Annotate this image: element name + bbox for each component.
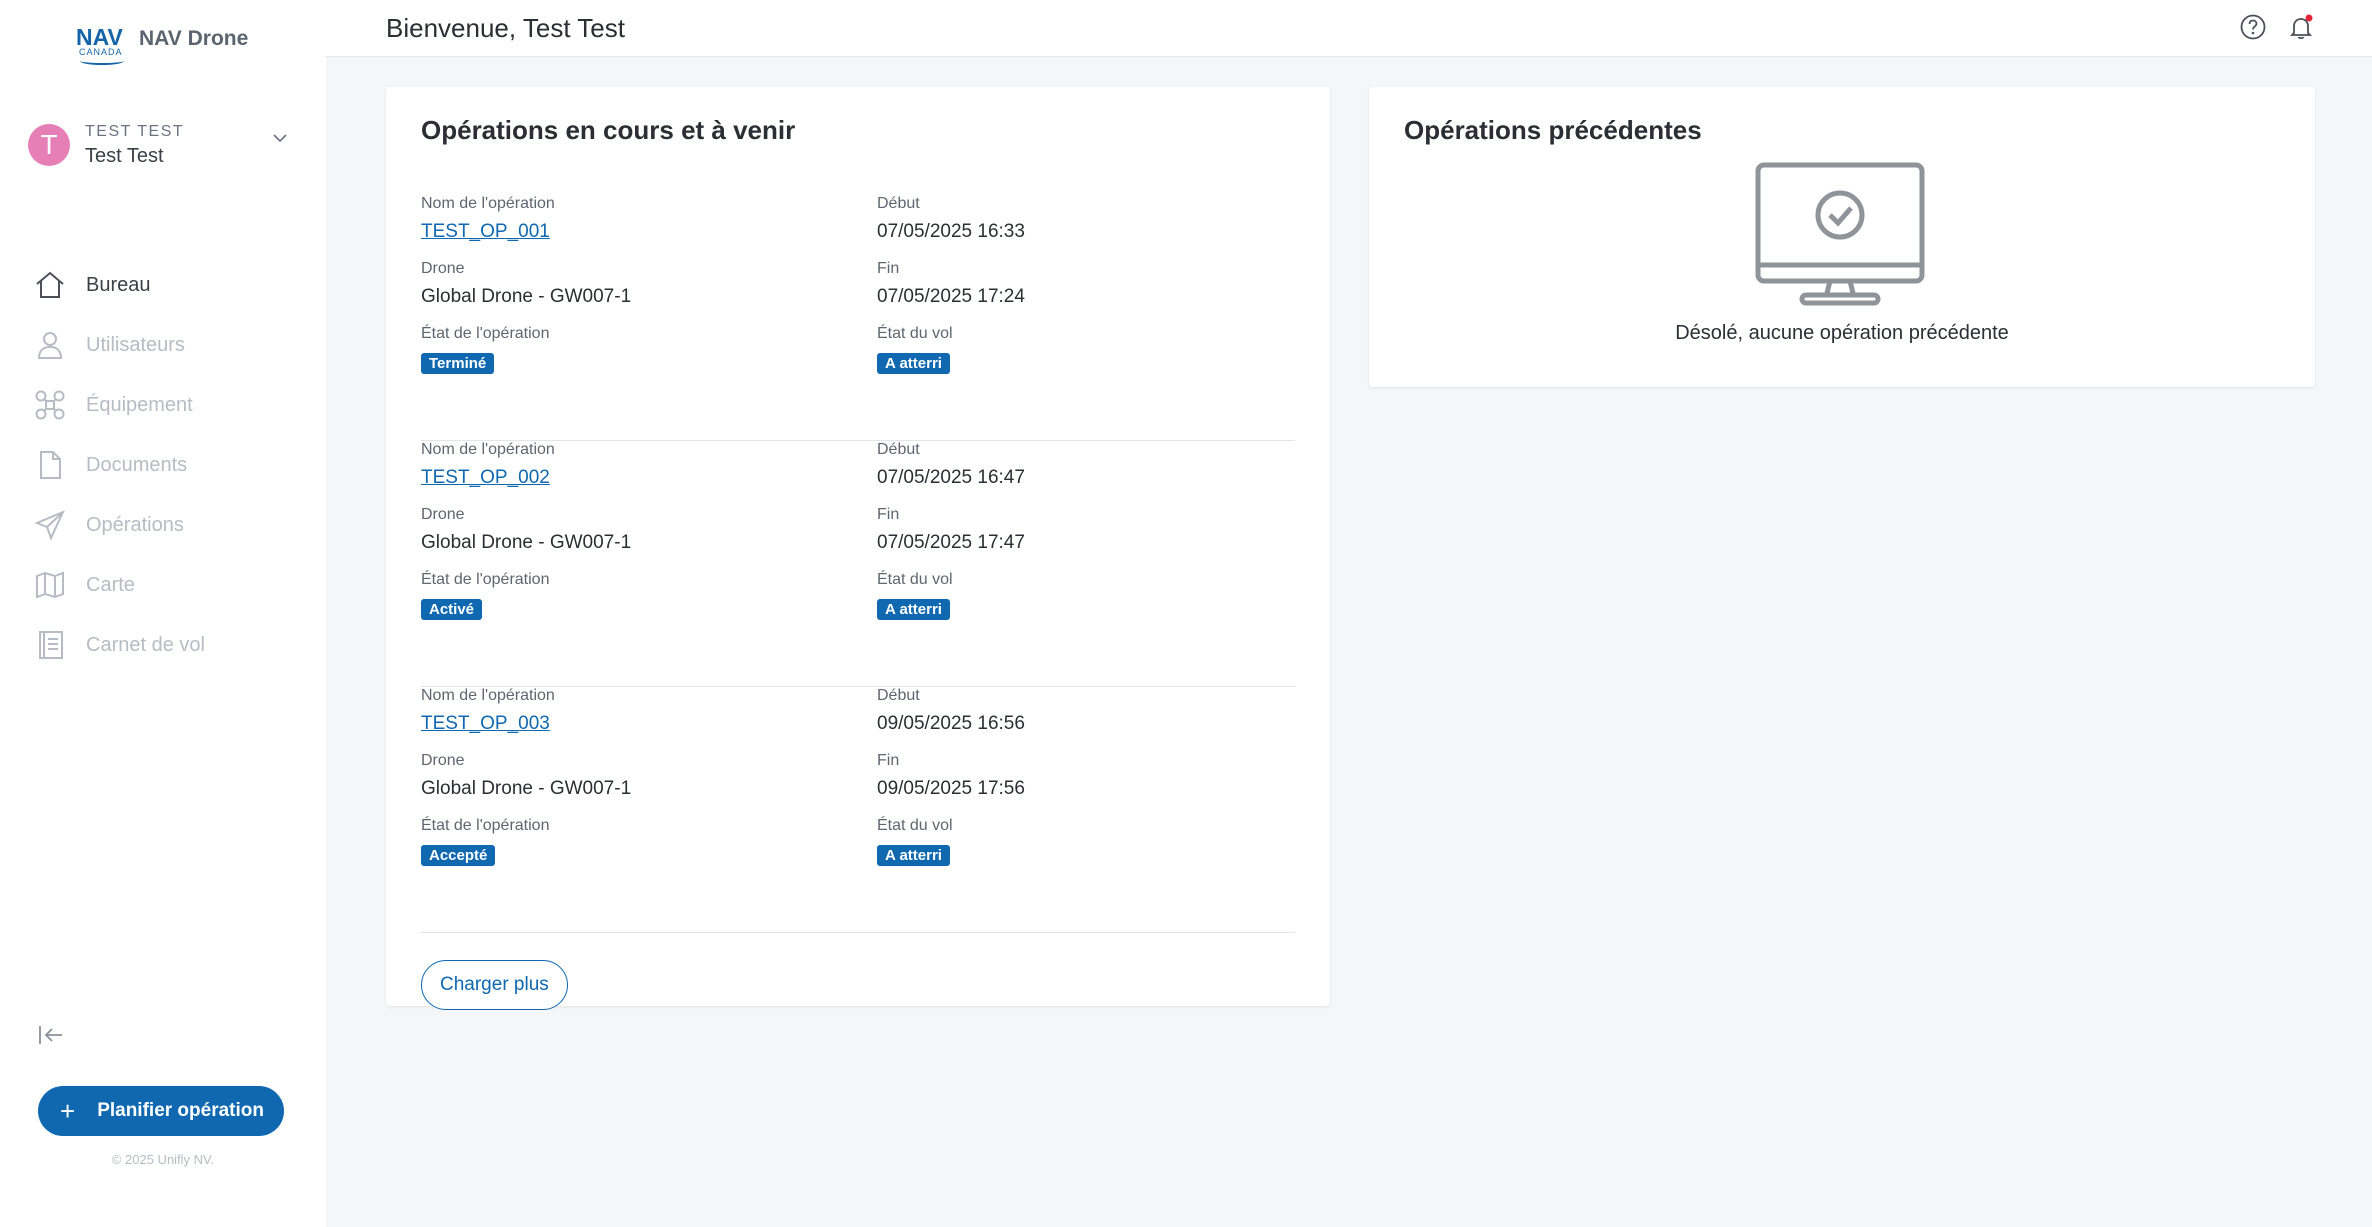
flight-state-badge: A atterri (877, 599, 950, 620)
end-label: Fin (877, 506, 900, 523)
operation-item: Nom de l'opération TEST_OP_002 Début 07/… (421, 441, 1295, 687)
notification-bell-icon[interactable] (2287, 13, 2315, 41)
user-organization: TEST TEST (85, 122, 185, 140)
operation-state-label: État de l'opération (421, 571, 550, 588)
nav-item-carte[interactable]: Carte (34, 555, 205, 615)
operation-state-label: État de l'opération (421, 325, 550, 342)
operation-item: Nom de l'opération TEST_OP_001 Début 07/… (421, 195, 1295, 441)
brand[interactable]: NAV CANADA NAV Drone (76, 24, 249, 65)
start-value: 09/05/2025 16:56 (877, 713, 1025, 734)
previous-operations-card: Opérations précédentes Désolé, aucune op… (1369, 87, 2315, 387)
flight-state-badge: A atterri (877, 353, 950, 374)
current-operations-card: Opérations en cours et à venir Nom de l'… (386, 87, 1330, 1010)
start-label: Début (877, 195, 920, 212)
operation-state-label: État de l'opération (421, 817, 550, 834)
nav-item-equipement[interactable]: Équipement (34, 375, 205, 435)
operation-item: Nom de l'opération TEST_OP_003 Début 09/… (421, 687, 1295, 933)
load-more-button[interactable]: Charger plus (421, 960, 568, 1010)
chevron-down-icon[interactable] (272, 130, 288, 146)
drone-value: Global Drone - GW007-1 (421, 532, 632, 553)
page-title: Bienvenue, Test Test (386, 13, 625, 43)
nav-item-bureau[interactable]: Bureau (34, 255, 205, 315)
brand-name: NAV Drone (139, 27, 249, 50)
sidebar: NAV CANADA NAV Drone T TEST TEST Test Te… (0, 0, 326, 1227)
flight-state-label: État du vol (877, 571, 953, 588)
plan-operation-label: Planifier opération (97, 1100, 264, 1121)
copyright: © 2025 Unifly NV. (111, 1152, 215, 1167)
monitor-check-icon (1755, 162, 1925, 306)
operation-state-badge: Activé (421, 599, 483, 620)
map-icon (36, 571, 64, 599)
operation-state-badge: Accepté (421, 845, 496, 866)
nav-item-label: Documents (86, 453, 188, 476)
card-title: Opérations en cours et à venir (421, 115, 796, 145)
nav-item-label: Utilisateurs (86, 333, 185, 356)
logo-swoosh (80, 57, 124, 65)
collapse-sidebar-icon[interactable] (38, 1024, 64, 1046)
flight-state-label: État du vol (877, 325, 953, 342)
nav-item-label: Carte (86, 573, 135, 596)
main-nav: Bureau Utilisateurs Équipement Documents… (34, 255, 205, 675)
flight-state-badge: A atterri (877, 845, 950, 866)
flight-state-label: État du vol (877, 817, 953, 834)
nav-canada-logo: NAV CANADA (76, 24, 128, 65)
end-value: 07/05/2025 17:47 (877, 532, 1025, 553)
drone-label: Drone (421, 506, 465, 523)
document-icon (40, 451, 61, 479)
logo-subtext: CANADA (79, 47, 123, 57)
nav-item-carnet-de-vol[interactable]: Carnet de vol (34, 615, 205, 675)
nav-item-operations[interactable]: Opérations (34, 495, 205, 555)
drone-icon (35, 390, 65, 420)
plus-icon: + (60, 1096, 76, 1126)
user-name: Test Test (85, 144, 164, 167)
end-value: 09/05/2025 17:56 (877, 778, 1025, 799)
operation-name-link[interactable]: TEST_OP_002 (421, 467, 550, 489)
operation-name-link[interactable]: TEST_OP_001 (421, 221, 550, 243)
card-title: Opérations précédentes (1404, 115, 1702, 145)
logbook-icon (39, 631, 63, 659)
end-label: Fin (877, 752, 900, 769)
nav-item-label: Bureau (86, 273, 151, 296)
nav-item-label: Opérations (86, 513, 184, 536)
drone-label: Drone (421, 260, 465, 277)
nav-item-label: Équipement (86, 393, 193, 416)
help-icon[interactable] (2239, 13, 2267, 41)
nav-item-documents[interactable]: Documents (34, 435, 205, 495)
start-label: Début (877, 441, 920, 458)
paper-plane-icon (34, 510, 65, 541)
nav-item-utilisateurs[interactable]: Utilisateurs (34, 315, 205, 375)
top-bar: Bienvenue, Test Test (326, 0, 2372, 57)
operation-name-label: Nom de l'opération (421, 195, 555, 212)
user-icon (37, 332, 63, 359)
end-label: Fin (877, 260, 900, 277)
home-icon (36, 271, 64, 298)
avatar: T (28, 124, 70, 166)
operation-name-label: Nom de l'opération (421, 687, 555, 704)
operation-state-badge: Terminé (421, 353, 495, 374)
empty-state-message: Désolé, aucune opération précédente (1675, 322, 2009, 344)
drone-value: Global Drone - GW007-1 (421, 286, 632, 307)
plan-operation-button[interactable]: + Planifier opération (38, 1086, 284, 1136)
operation-name-link[interactable]: TEST_OP_003 (421, 713, 550, 735)
user-menu[interactable]: T TEST TEST Test Test (28, 120, 288, 170)
start-label: Début (877, 687, 920, 704)
end-value: 07/05/2025 17:24 (877, 286, 1025, 307)
drone-label: Drone (421, 752, 465, 769)
drone-value: Global Drone - GW007-1 (421, 778, 632, 799)
start-value: 07/05/2025 16:33 (877, 221, 1025, 242)
start-value: 07/05/2025 16:47 (877, 467, 1025, 488)
operation-name-label: Nom de l'opération (421, 441, 555, 458)
nav-item-label: Carnet de vol (86, 633, 205, 656)
